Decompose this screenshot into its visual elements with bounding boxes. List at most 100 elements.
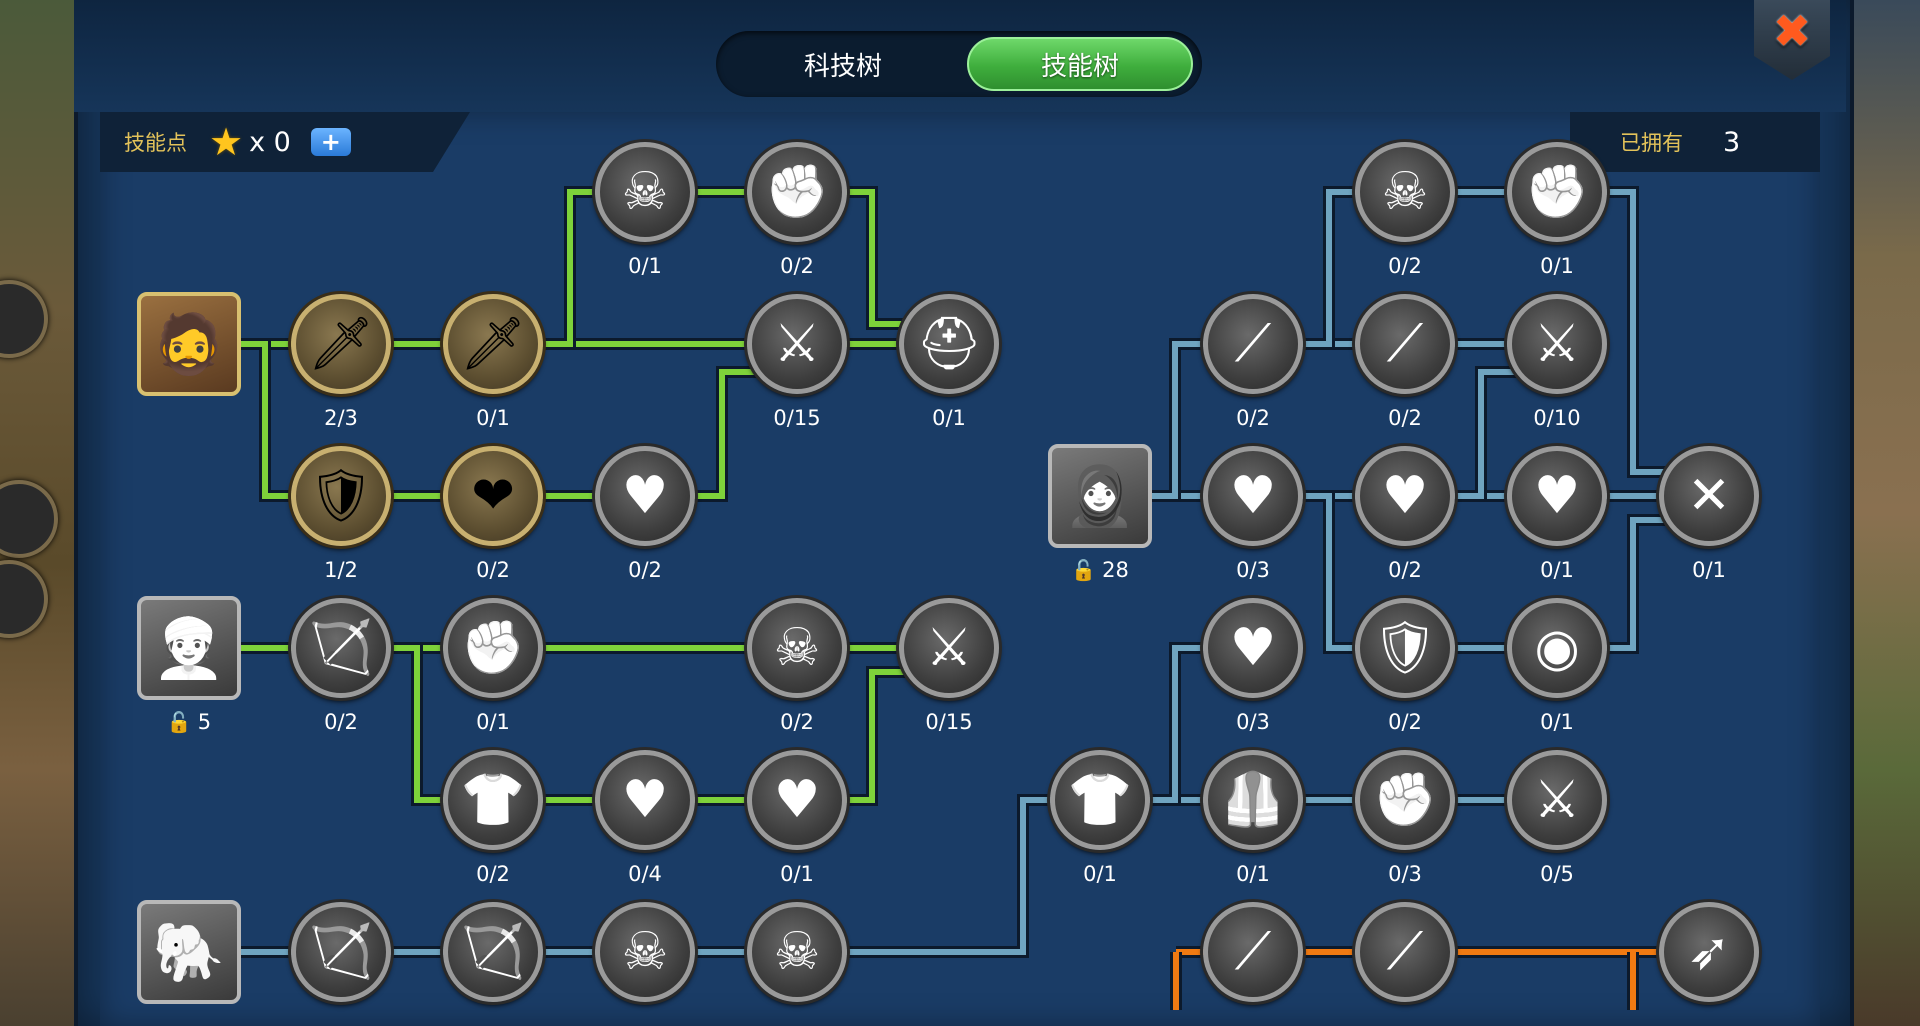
heart-skill-node[interactable]: ♥ [595,750,695,850]
arrow-skill-node[interactable]: ➶ [1659,902,1759,1002]
sword-skill-node[interactable]: 🗡 [291,294,391,394]
skill-level-label: 0/15 [925,710,973,734]
skill-level-label: 0/1 [1540,710,1574,734]
fist-skill-node[interactable]: ✊ [747,142,847,242]
armor-skill-node[interactable]: 👕 [443,750,543,850]
skull-icon: ☠ [621,162,669,222]
heart-icon: ♥ [1229,466,1277,526]
skill-level-label: 0/2 [1388,406,1422,430]
tab-skill-tree[interactable]: 技能树 [967,37,1193,91]
spearman-portrait-skill-node[interactable]: 🧕 [1048,444,1152,548]
skull-skill-node[interactable]: ☠ [747,598,847,698]
spiked-heart-icon: ♥ [621,466,669,526]
heart-icon: ❤ [471,466,515,526]
winged-heart-skill-node[interactable]: ♥ [1507,446,1607,546]
troops-skill-node[interactable]: ⚔ [1507,750,1607,850]
elephant-portrait-skill-node[interactable]: 🐘 [137,900,241,1004]
shield-icon: 🛡 [1371,618,1438,678]
round-shield-icon: ◉ [1534,618,1580,678]
heart-skill-node[interactable]: ❤ [443,446,543,546]
skill-level-label: 0/1 [1540,254,1574,278]
skill-level-label: 0/3 [1236,710,1270,734]
spear-skill-node[interactable]: ⟋ [1355,294,1455,394]
spiked-heart-icon: ♥ [1381,466,1429,526]
skill-level-label: 0/3 [1236,558,1270,582]
troops-icon: ⚔ [773,314,821,374]
tab-tech-tree[interactable]: 科技树 [730,37,956,91]
spear-skill-node[interactable]: ⟋ [1355,902,1455,1002]
skill-level-label: 0/2 [1388,710,1422,734]
bow-skill-node[interactable]: 🏹 [443,902,543,1002]
skill-level-label: 0/5 [1540,862,1574,886]
skull-icon: ☠ [1381,162,1429,222]
swordsman-portrait-skill-node[interactable]: 🧔 [137,292,241,396]
skill-level-label: 0/1 [476,406,510,430]
plate-armor-icon: 🦺 [1220,770,1286,830]
unlock-level-value: 5 [197,710,212,734]
armor-skill-node[interactable]: 👕 [1050,750,1150,850]
tree-tab-switch: 科技树 技能树 [716,31,1202,97]
winged-heart-icon: ♥ [1229,618,1277,678]
sword-icon: 🗡 [307,314,374,374]
fist-icon: ✊ [460,618,526,678]
troops-icon: ⚔ [1533,314,1581,374]
horned-skull-icon: ☠ [773,922,821,982]
hero-unlock-level: 🔓 5 [129,710,249,734]
skill-level-label: 0/2 [1388,558,1422,582]
skull-icon: ☠ [621,922,669,982]
armor-icon: 👕 [1067,770,1133,830]
sword-icon: 🗡 [459,314,526,374]
bow-icon: 🏹 [308,922,374,982]
shield-skill-node[interactable]: 🛡 [1355,598,1455,698]
winged-heart-skill-node[interactable]: ♥ [1203,598,1303,698]
background-button [0,280,48,358]
hero-unlock-level: 🔓 28 [1040,558,1160,582]
skill-level-label: 0/10 [1533,406,1581,430]
shield-skill-node[interactable]: 🛡 [291,446,391,546]
skull-skill-node[interactable]: ☠ [595,902,695,1002]
spiked-heart-skill-node[interactable]: ♥ [595,446,695,546]
archer-portrait-skill-node[interactable]: 👳 [137,596,241,700]
shield-icon: 🛡 [307,466,374,526]
skill-level-label: 0/1 [1692,558,1726,582]
round-shield-skill-node[interactable]: ◉ [1507,598,1607,698]
slash-skill-node[interactable]: ✕ [1659,446,1759,546]
skill-level-label: 2/3 [324,406,358,430]
skill-tree-area[interactable]: 技能点 ★ x 0 + 已拥有 3 🧔 🗡 2/3 🗡 0/1 ☠ 0/1 ✊ 0/2 ⚔ 0/15… [100,112,1820,1026]
fist-skill-node[interactable]: ✊ [1355,750,1455,850]
bow-skill-node[interactable]: 🏹 [291,598,391,698]
warrior-skill-node[interactable]: ⛑ [899,294,999,394]
bow-skill-node[interactable]: 🏹 [291,902,391,1002]
skill-level-label: 0/1 [628,254,662,278]
spear-skill-node[interactable]: ⟋ [1203,902,1303,1002]
skill-level-label: 0/4 [628,862,662,886]
background-button [0,560,48,638]
fist-skill-node[interactable]: ✊ [443,598,543,698]
skill-level-label: 0/1 [476,710,510,734]
skull-skill-node[interactable]: ☠ [595,142,695,242]
plate-armor-skill-node[interactable]: 🦺 [1203,750,1303,850]
spiked-heart-skill-node[interactable]: ♥ [1355,446,1455,546]
heart-skill-node[interactable]: ♥ [1203,446,1303,546]
troops-skill-node[interactable]: ⚔ [899,598,999,698]
spear-skill-node[interactable]: ⟋ [1203,294,1303,394]
spiked-heart-skill-node[interactable]: ♥ [747,750,847,850]
troops-skill-node[interactable]: ⚔ [747,294,847,394]
horned-skull-skill-node[interactable]: ☠ [747,902,847,1002]
sword-skill-node[interactable]: 🗡 [443,294,543,394]
elephant-portrait-icon: 🐘 [152,917,226,986]
unlock-level-value: 28 [1102,558,1129,582]
skill-level-label: 0/2 [1236,406,1270,430]
skull-icon: ☠ [773,618,821,678]
fist-skill-node[interactable]: ✊ [1507,142,1607,242]
arrow-icon: ➶ [1687,922,1731,982]
lock-icon: 🔓 [1071,558,1097,582]
close-icon: ✖ [1772,4,1812,58]
swordsman-portrait-icon: 🧔 [152,309,226,378]
troops-skill-node[interactable]: ⚔ [1507,294,1607,394]
spear-icon: ⟋ [1386,922,1424,982]
lock-icon: 🔓 [166,710,192,734]
skull-skill-node[interactable]: ☠ [1355,142,1455,242]
skill-link [1253,493,1709,651]
armor-icon: 👕 [460,770,526,830]
